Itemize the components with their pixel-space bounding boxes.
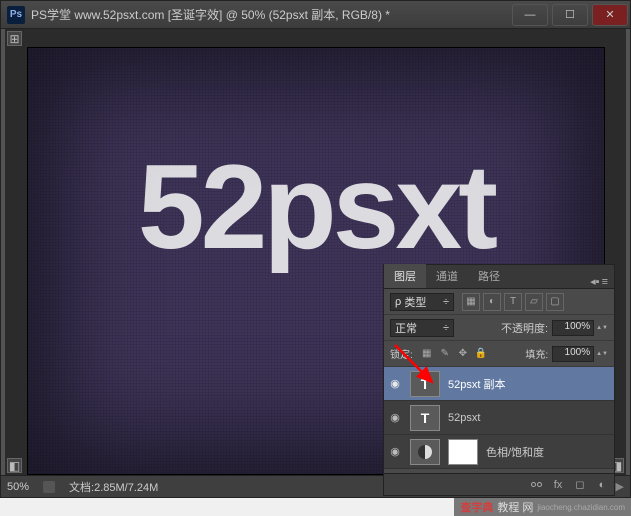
layer-mask-thumb[interactable] (448, 439, 478, 465)
layers-panel: 图层 通道 路径 ◂▪≡ ρ 类型 ÷ ▦ ◐ T ▱ ▢ 正常 ÷ 不透明度:… (383, 264, 615, 496)
opacity-value[interactable]: 100% (552, 320, 594, 336)
fx-icon[interactable]: fx (550, 477, 566, 493)
filter-kind-dropdown[interactable]: ρ 类型 ÷ (390, 293, 454, 311)
lock-position-icon[interactable]: ✥ (455, 346, 471, 362)
close-button[interactable]: ✕ (592, 4, 628, 26)
watermark: 查字典 教程 网 jiaocheng.chazidian.com (454, 498, 631, 516)
filter-type-icon[interactable]: T (504, 293, 522, 311)
statusbar-arrow-icon[interactable]: ▶ (616, 480, 624, 493)
layer-name[interactable]: 52psxt 副本 (448, 376, 505, 392)
doc-info: 文档:2.85M/7.24M (69, 479, 158, 495)
filter-pixel-icon[interactable]: ▦ (462, 293, 480, 311)
app-icon: Ps (7, 6, 25, 24)
fill-value[interactable]: 100% (552, 346, 594, 362)
lock-all-icon[interactable]: 🔒 (473, 346, 489, 362)
maximize-button[interactable]: ☐ (552, 4, 588, 26)
kind-rho: ρ (395, 296, 401, 308)
blend-mode-dropdown[interactable]: 正常 ÷ (390, 319, 454, 337)
visibility-toggle-icon[interactable]: ◉ (388, 411, 402, 424)
lock-row: 锁定: ▦ ✎ ✥ 🔒 填充: 100% ▲▼ (384, 341, 614, 367)
chevron-down-icon: ÷ (443, 322, 449, 334)
window-title: PS学堂 www.52psxt.com [圣诞字效] @ 50% (52psxt… (31, 6, 510, 23)
lock-label: 锁定: (390, 346, 413, 361)
lock-pixels-icon[interactable]: ✎ (437, 346, 453, 362)
layer-thumb-type-icon[interactable]: T (410, 405, 440, 431)
filter-icons: ▦ ◐ T ▱ ▢ (462, 293, 564, 311)
layer-name[interactable]: 52psxt (448, 412, 480, 424)
watermark-brand: 查字典 (460, 499, 493, 515)
filter-smart-icon[interactable]: ▢ (546, 293, 564, 311)
layer-thumb-type-icon[interactable]: T (410, 371, 440, 397)
filter-adjust-icon[interactable]: ◐ (483, 293, 501, 311)
window-controls: — ☐ ✕ (510, 4, 630, 26)
layer-row[interactable]: ◉ 色相/饱和度 (384, 435, 614, 469)
filter-shape-icon[interactable]: ▱ (525, 293, 543, 311)
fill-label: 填充: (525, 346, 548, 361)
panel-footer: fx ◻ ◐ (384, 473, 614, 495)
mask-icon[interactable]: ◻ (572, 477, 588, 493)
canvas-arrange-icon[interactable]: ⊞ (7, 31, 22, 46)
canvas-corner-bl-icon[interactable]: ◧ (7, 458, 22, 473)
layer-row[interactable]: ◉ T 52psxt (384, 401, 614, 435)
titlebar: Ps PS学堂 www.52psxt.com [圣诞字效] @ 50% (52p… (1, 1, 630, 29)
fill-arrows-icon[interactable]: ▲▼ (596, 351, 608, 357)
lock-transparent-icon[interactable]: ▦ (419, 346, 435, 362)
opacity-spinner[interactable]: 100% ▲▼ (552, 320, 608, 336)
visibility-toggle-icon[interactable]: ◉ (388, 445, 402, 458)
watermark-url: jiaocheng.chazidian.com (537, 503, 625, 512)
layer-row[interactable]: ◉ T 52psxt 副本 (384, 367, 614, 401)
adjustment-icon[interactable]: ◐ (594, 477, 610, 493)
statusbar-icon[interactable] (43, 481, 55, 493)
visibility-toggle-icon[interactable]: ◉ (388, 377, 402, 390)
zoom-level[interactable]: 50% (7, 481, 29, 493)
filter-row: ρ 类型 ÷ ▦ ◐ T ▱ ▢ (384, 289, 614, 315)
blend-row: 正常 ÷ 不透明度: 100% ▲▼ (384, 315, 614, 341)
opacity-arrows-icon[interactable]: ▲▼ (596, 325, 608, 331)
watermark-suffix: 教程 网 (497, 499, 533, 515)
panel-tabs: 图层 通道 路径 ◂▪≡ (384, 265, 614, 289)
layer-thumb-adj-icon[interactable] (410, 439, 440, 465)
tab-channels[interactable]: 通道 (426, 264, 468, 288)
opacity-label: 不透明度: (501, 320, 548, 336)
tab-layers[interactable]: 图层 (384, 264, 426, 288)
layers-list: ◉ T 52psxt 副本 ◉ T 52psxt ◉ 色相/饱和度 (384, 367, 614, 469)
chevron-down-icon: ÷ (443, 296, 449, 308)
fill-spinner[interactable]: 100% ▲▼ (552, 346, 608, 362)
minimize-button[interactable]: — (512, 4, 548, 26)
link-layers-icon[interactable] (528, 477, 544, 493)
tab-paths[interactable]: 路径 (468, 264, 510, 288)
lock-icons: ▦ ✎ ✥ 🔒 (419, 346, 489, 362)
layer-name[interactable]: 色相/饱和度 (486, 444, 544, 460)
canvas-text: 52psxt (28, 138, 604, 276)
panel-menu-button[interactable]: ◂▪≡ (584, 275, 614, 288)
